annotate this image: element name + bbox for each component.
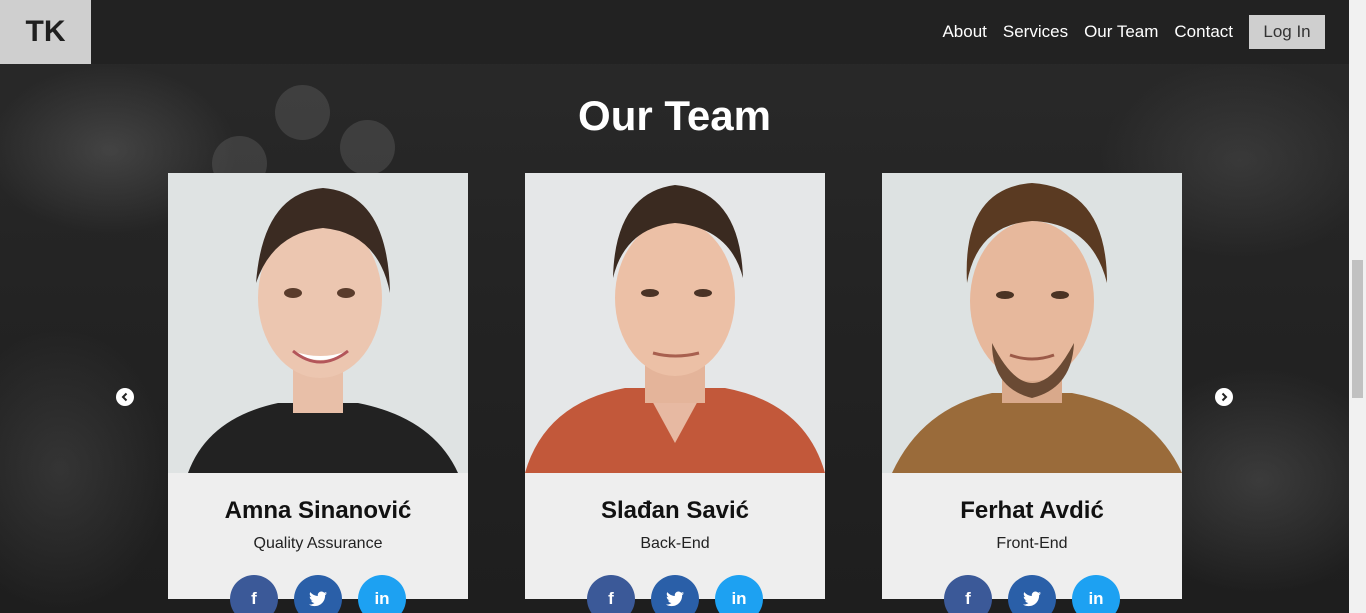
section-title: Our Team bbox=[578, 92, 771, 139]
twitter-icon[interactable] bbox=[1008, 575, 1056, 613]
linkedin-icon[interactable]: in bbox=[715, 575, 763, 613]
brand-logo[interactable]: TK bbox=[0, 0, 91, 64]
team-card: Ferhat Avdić Front-End f in bbox=[882, 173, 1182, 613]
facebook-icon[interactable]: f bbox=[944, 575, 992, 613]
social-links: f in bbox=[168, 575, 468, 613]
facebook-icon[interactable]: f bbox=[587, 575, 635, 613]
social-links: f in bbox=[882, 575, 1182, 613]
team-member-role: Quality Assurance bbox=[253, 535, 383, 552]
nav-link-services[interactable]: Services bbox=[1003, 22, 1068, 42]
carousel-prev-button[interactable] bbox=[116, 388, 134, 406]
nav-link-our-team[interactable]: Our Team bbox=[1084, 22, 1158, 42]
team-member-photo bbox=[525, 173, 825, 473]
team-card: Slađan Savić Back-End f in bbox=[525, 173, 825, 613]
twitter-icon[interactable] bbox=[294, 575, 342, 613]
scrollbar-thumb[interactable] bbox=[1352, 260, 1363, 398]
team-member-role: Front-End bbox=[996, 535, 1068, 552]
team-member-photo bbox=[168, 173, 468, 473]
linkedin-icon[interactable]: in bbox=[1072, 575, 1120, 613]
team-member-name: Slađan Savić bbox=[600, 497, 750, 524]
team-member-role: Back-End bbox=[640, 535, 710, 552]
nav-link-contact[interactable]: Contact bbox=[1174, 22, 1233, 42]
twitter-icon[interactable] bbox=[651, 575, 699, 613]
facebook-icon[interactable]: f bbox=[230, 575, 278, 613]
chevron-right-icon bbox=[1221, 392, 1228, 402]
team-member-photo bbox=[882, 173, 1182, 473]
carousel-next-button[interactable] bbox=[1215, 388, 1233, 406]
team-card: Amna Sinanović Quality Assurance f in bbox=[168, 173, 468, 613]
nav-links: About Services Our Team Contact Log In bbox=[926, 15, 1325, 49]
social-links: f in bbox=[525, 575, 825, 613]
linkedin-icon[interactable]: in bbox=[358, 575, 406, 613]
nav-link-about[interactable]: About bbox=[942, 22, 986, 42]
top-navbar: TK About Services Our Team Contact Log I… bbox=[0, 0, 1349, 64]
chevron-left-icon bbox=[121, 392, 128, 402]
login-button[interactable]: Log In bbox=[1249, 15, 1325, 49]
team-member-name: Amna Sinanović bbox=[224, 497, 412, 524]
team-member-name: Ferhat Avdić bbox=[960, 497, 1104, 524]
page-scrollbar[interactable] bbox=[1349, 0, 1366, 613]
